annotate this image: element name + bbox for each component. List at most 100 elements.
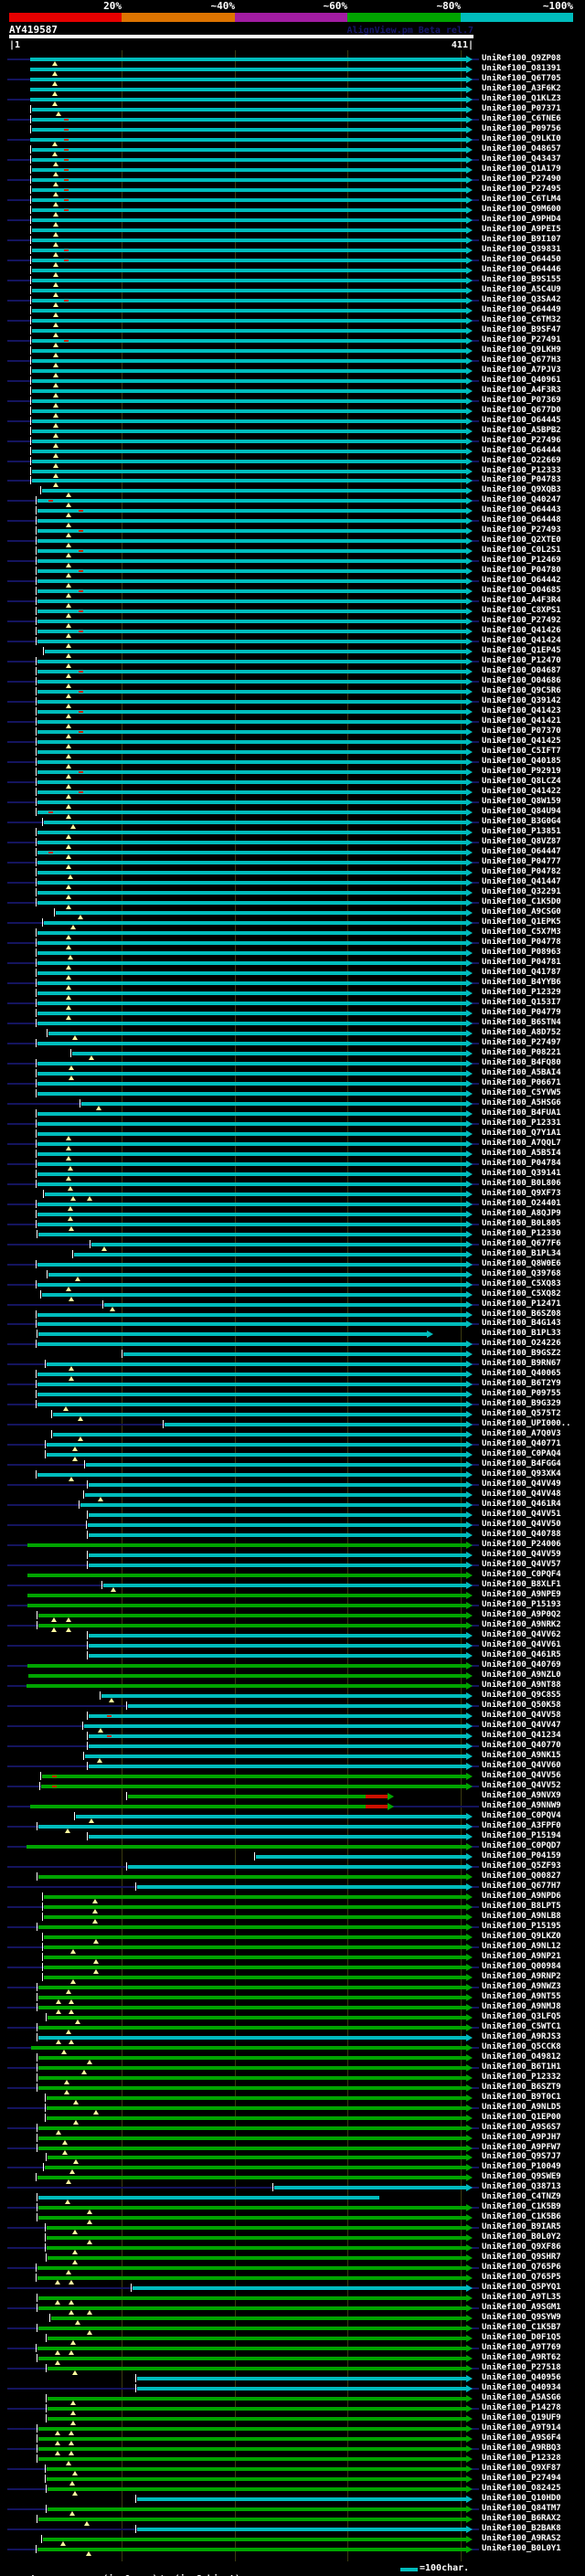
hit-label[interactable]: UniRef100_C5XQ83 — [482, 1279, 561, 1289]
hit-bar[interactable] — [165, 1423, 466, 1426]
hit-label[interactable]: UniRef100_P14278 — [482, 2403, 561, 2413]
hit-label[interactable]: UniRef100_P27494 — [482, 2474, 561, 2484]
hit-bar[interactable] — [38, 2206, 466, 2210]
hit-label[interactable]: UniRef100_C1K5B9 — [482, 2202, 561, 2212]
hit-bar[interactable] — [47, 1453, 466, 1457]
hit-label[interactable]: UniRef100_B0L805 — [482, 1219, 561, 1229]
hit-label[interactable]: UniRef100_P92919 — [482, 767, 561, 777]
hit-label[interactable]: UniRef100_Q1EP00 — [482, 2113, 561, 2123]
hit-bar[interactable] — [32, 208, 466, 212]
hit-label[interactable]: UniRef100_Q41421 — [482, 716, 561, 726]
hit-bar[interactable] — [89, 1714, 466, 1718]
hit-bar[interactable] — [47, 2236, 466, 2240]
hit-label[interactable]: UniRef100_B9I107 — [482, 235, 561, 245]
hit-bar[interactable] — [37, 499, 466, 503]
hit-bar[interactable] — [38, 2327, 466, 2330]
hit-bar[interactable] — [32, 309, 466, 313]
hit-bar[interactable] — [44, 1905, 466, 1909]
hit-label[interactable]: UniRef100_C6TM32 — [482, 315, 561, 325]
hit-label[interactable]: UniRef100_Q4VV51 — [482, 1510, 561, 1520]
hit-label[interactable]: UniRef100_O04687 — [482, 666, 561, 676]
hit-bar[interactable] — [37, 730, 466, 734]
hit-label[interactable]: UniRef100_B6SZT9 — [482, 2083, 561, 2093]
hit-bar[interactable] — [86, 1463, 466, 1467]
hit-label[interactable]: UniRef100_O24226 — [482, 1339, 561, 1349]
hit-label[interactable]: UniRef100_Q93XK4 — [482, 1469, 561, 1479]
hit-label[interactable]: UniRef100_B9GSZ2 — [482, 1349, 561, 1359]
hit-bar[interactable] — [38, 2296, 466, 2300]
hit-label[interactable]: UniRef100_O04685 — [482, 586, 561, 596]
hit-label[interactable]: UniRef100_Q38713 — [482, 2182, 561, 2192]
hit-label[interactable]: UniRef100_A9T914 — [482, 2423, 561, 2433]
hit-label[interactable]: UniRef100_P04784 — [482, 1159, 561, 1169]
hit-label[interactable]: UniRef100_B6T2Y9 — [482, 1379, 561, 1389]
hit-bar[interactable] — [37, 1022, 466, 1025]
hit-label[interactable]: UniRef100_Q41425 — [482, 737, 561, 747]
hit-bar[interactable] — [37, 589, 466, 593]
hit-label[interactable]: UniRef100_O24401 — [482, 1199, 561, 1209]
hit-label[interactable]: UniRef100_A9NPD6 — [482, 1892, 561, 1902]
hit-bar[interactable] — [37, 690, 466, 694]
hit-label[interactable]: UniRef100_P04781 — [482, 958, 561, 968]
hit-label[interactable]: UniRef100_Q41422 — [482, 787, 561, 797]
hit-bar[interactable] — [37, 1203, 466, 1206]
hit-bar[interactable] — [48, 2397, 466, 2401]
hit-bar[interactable] — [32, 379, 466, 383]
hit-bar[interactable] — [37, 800, 466, 804]
hit-bar[interactable] — [38, 2147, 466, 2150]
hit-bar[interactable] — [38, 2518, 466, 2521]
hit-bar[interactable] — [37, 630, 466, 633]
hit-label[interactable]: UniRef100_Q43437 — [482, 154, 561, 164]
hit-bar[interactable] — [38, 1624, 466, 1627]
hit-bar[interactable] — [32, 479, 466, 482]
hit-bar[interactable] — [37, 831, 466, 834]
hit-bar[interactable] — [37, 640, 466, 643]
hit-label[interactable]: UniRef100_Q1A179 — [482, 164, 561, 175]
hit-bar[interactable] — [38, 2437, 466, 2441]
hit-label[interactable]: UniRef100_P09755 — [482, 1389, 561, 1399]
hit-bar[interactable] — [37, 740, 466, 744]
hit-bar[interactable] — [32, 158, 466, 162]
hit-bar[interactable] — [27, 1664, 466, 1668]
hit-bar[interactable] — [32, 470, 466, 473]
hit-label[interactable]: UniRef100_Q5CCK8 — [482, 2042, 561, 2052]
hit-label[interactable]: UniRef100_P27492 — [482, 616, 561, 626]
hit-label[interactable]: UniRef100_Q461R4 — [482, 1500, 561, 1510]
hit-bar[interactable] — [89, 1483, 466, 1487]
hit-bar[interactable] — [37, 1383, 466, 1386]
hit-bar[interactable] — [137, 1885, 466, 1889]
hit-label[interactable]: UniRef100_O64449 — [482, 305, 561, 315]
hit-label[interactable]: UniRef100_B9S155 — [482, 275, 561, 285]
hit-label[interactable]: UniRef100_B3G0G4 — [482, 817, 561, 827]
hit-bar[interactable] — [37, 901, 466, 905]
hit-label[interactable]: UniRef100_Q39768 — [482, 1269, 561, 1279]
hit-label[interactable]: UniRef100_Q39141 — [482, 1169, 561, 1179]
hit-label[interactable]: UniRef100_A9NMJ8 — [482, 2002, 561, 2012]
hit-label[interactable]: UniRef100_B4FQ80 — [482, 1058, 561, 1068]
hit-label[interactable]: UniRef100_Q40788 — [482, 1530, 561, 1540]
hit-label[interactable]: UniRef100_B0L806 — [482, 1179, 561, 1189]
hit-bar[interactable] — [37, 1092, 466, 1096]
hit-label[interactable]: UniRef100_B4YYB6 — [482, 978, 561, 988]
hit-bar[interactable] — [28, 1674, 466, 1678]
hit-bar[interactable] — [32, 259, 466, 262]
hit-bar[interactable] — [81, 1102, 466, 1106]
hit-bar[interactable] — [37, 1162, 466, 1166]
hit-bar[interactable] — [37, 871, 466, 875]
hit-bar[interactable] — [38, 2357, 466, 2360]
hit-label[interactable]: UniRef100_Q4VV58 — [482, 1711, 561, 1721]
hit-bar[interactable] — [89, 1765, 466, 1768]
hit-bar[interactable] — [32, 128, 466, 132]
hit-label[interactable]: UniRef100_Q9LKZ0 — [482, 1932, 561, 1942]
hit-bar[interactable] — [37, 780, 466, 784]
hit-bar[interactable] — [37, 700, 466, 704]
hit-label[interactable]: UniRef100_B0L0Y1 — [482, 2544, 561, 2554]
hit-bar[interactable] — [48, 2367, 466, 2370]
hit-label[interactable]: UniRef100_A4F3R4 — [482, 596, 561, 606]
hit-bar[interactable] — [37, 750, 466, 754]
hit-bar[interactable] — [32, 299, 466, 302]
hit-bar[interactable] — [37, 1373, 466, 1376]
hit-label[interactable]: UniRef100_Q40247 — [482, 495, 561, 505]
hit-label[interactable]: UniRef100_P12328 — [482, 2454, 561, 2464]
hit-label[interactable]: UniRef100_P07369 — [482, 396, 561, 406]
